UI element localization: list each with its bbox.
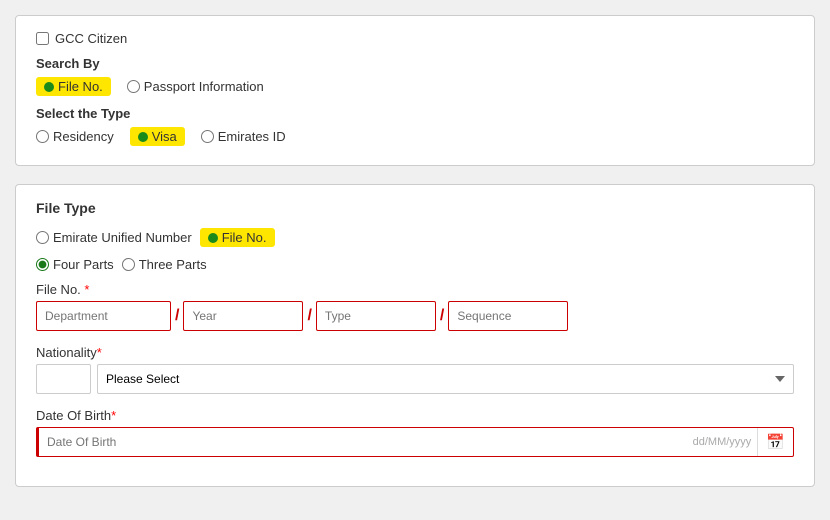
file-type-card: File Type Emirate Unified Number File No… xyxy=(15,184,815,487)
four-parts-label[interactable]: Four Parts xyxy=(53,257,114,272)
gcc-citizen-label[interactable]: GCC Citizen xyxy=(55,31,127,46)
file-no-input-group: / / / xyxy=(36,301,794,331)
search-by-label: Search By xyxy=(36,56,794,71)
residency-radio[interactable] xyxy=(36,130,49,143)
file-no-2-radio-dot xyxy=(208,233,218,243)
nationality-label: Nationality* xyxy=(36,345,794,360)
dob-format: dd/MM/yyyy xyxy=(693,436,758,448)
residency-label[interactable]: Residency xyxy=(53,129,114,144)
dob-label: Date Of Birth* xyxy=(36,408,794,423)
gcc-citizen-row: GCC Citizen xyxy=(36,31,794,46)
select-type-label: Select the Type xyxy=(36,106,794,121)
four-parts-radio[interactable] xyxy=(36,258,49,271)
passport-radio[interactable] xyxy=(127,80,140,93)
three-parts-label[interactable]: Three Parts xyxy=(139,257,207,272)
emirate-unified-radio[interactable] xyxy=(36,231,49,244)
nationality-input-row: Please Select xyxy=(36,364,794,394)
emirates-id-radio[interactable] xyxy=(201,130,214,143)
search-by-passport[interactable]: Passport Information xyxy=(127,79,264,94)
file-type-row: Emirate Unified Number File No. xyxy=(36,228,794,247)
year-input[interactable] xyxy=(183,301,303,331)
visa-label: Visa xyxy=(152,129,177,144)
separator-2: / xyxy=(307,307,311,325)
file-no-2-label: File No. xyxy=(222,230,267,245)
calendar-icon[interactable]: 📅 xyxy=(757,428,793,456)
file-no-label: File No. * xyxy=(36,282,794,297)
type-residency[interactable]: Residency xyxy=(36,129,114,144)
nationality-code-input[interactable] xyxy=(36,364,91,394)
file-type-title: File Type xyxy=(36,200,794,216)
search-by-group: File No. Passport Information xyxy=(36,77,794,96)
type-input[interactable] xyxy=(316,301,436,331)
department-input[interactable] xyxy=(36,301,171,331)
nationality-section: Nationality* Please Select xyxy=(36,345,794,394)
search-card: GCC Citizen Search By File No. Passport … xyxy=(15,15,815,166)
three-parts-option[interactable]: Three Parts xyxy=(122,257,207,272)
dob-input[interactable] xyxy=(39,430,693,454)
emirates-id-label[interactable]: Emirates ID xyxy=(218,129,286,144)
four-parts-option[interactable]: Four Parts xyxy=(36,257,114,272)
parts-row: Four Parts Three Parts xyxy=(36,257,794,272)
type-group: Residency Visa Emirates ID xyxy=(36,127,794,146)
passport-label[interactable]: Passport Information xyxy=(144,79,264,94)
file-no-radio-dot xyxy=(44,82,54,92)
emirate-unified-label[interactable]: Emirate Unified Number xyxy=(53,230,192,245)
gcc-citizen-checkbox[interactable] xyxy=(36,32,49,45)
file-no-label: File No. xyxy=(58,79,103,94)
three-parts-radio[interactable] xyxy=(122,258,135,271)
type-emirates-id[interactable]: Emirates ID xyxy=(201,129,286,144)
dob-input-wrapper: dd/MM/yyyy 📅 xyxy=(36,427,794,457)
file-no-section: File No. * / / / xyxy=(36,282,794,331)
type-visa[interactable]: Visa xyxy=(130,127,185,146)
separator-1: / xyxy=(175,307,179,325)
nationality-select[interactable]: Please Select xyxy=(97,364,794,394)
separator-3: / xyxy=(440,307,444,325)
sequence-input[interactable] xyxy=(448,301,568,331)
search-by-file-no[interactable]: File No. xyxy=(36,77,111,96)
emirate-unified-option[interactable]: Emirate Unified Number xyxy=(36,230,192,245)
file-no-2-option[interactable]: File No. xyxy=(200,228,275,247)
visa-radio-dot xyxy=(138,132,148,142)
dob-section: Date Of Birth* dd/MM/yyyy 📅 xyxy=(36,408,794,457)
